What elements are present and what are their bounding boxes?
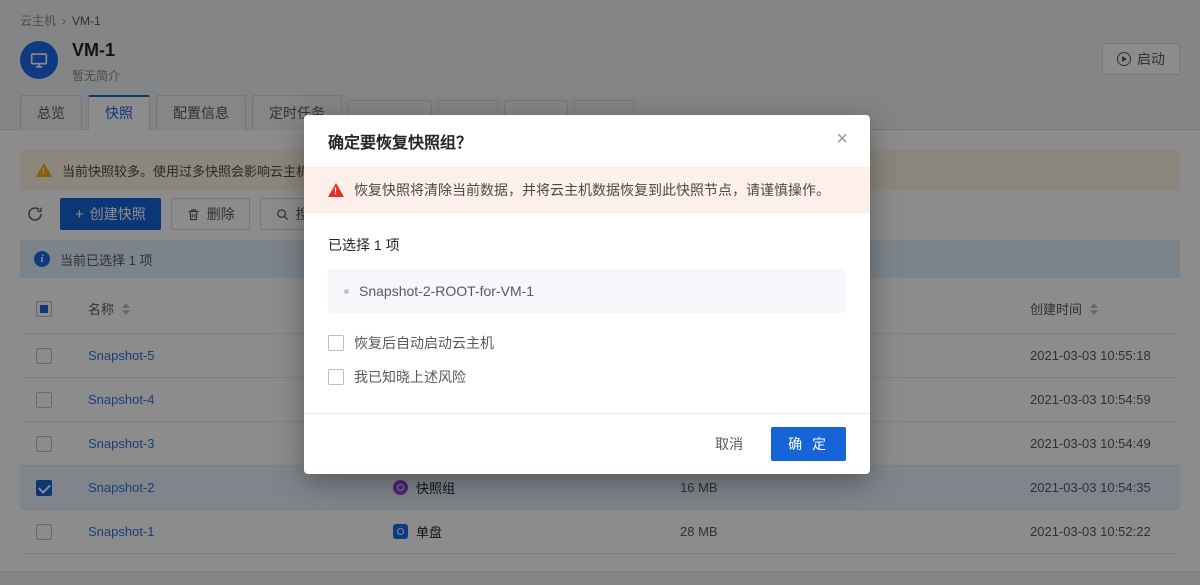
autostart-checkbox[interactable] bbox=[328, 335, 344, 351]
alert-triangle-icon: ! bbox=[328, 183, 344, 197]
dialog-title: 确定要恢复快照组？ bbox=[328, 129, 846, 153]
bullet-icon bbox=[344, 289, 349, 294]
risk-checkbox-row[interactable]: 我已知晓上述风险 bbox=[328, 367, 846, 387]
danger-alert: ! 恢复快照将清除当前数据，并将云主机数据恢复到此快照节点，请谨慎操作。 bbox=[304, 167, 870, 213]
dialog-footer: 取消 确 定 bbox=[304, 413, 870, 474]
autostart-label: 恢复后自动启动云主机 bbox=[354, 333, 494, 353]
close-icon[interactable]: × bbox=[832, 125, 852, 153]
selected-count-label: 已选择 1 项 bbox=[328, 235, 846, 255]
dialog-body: 已选择 1 项 Snapshot-2-ROOT-for-VM-1 恢复后自动启动… bbox=[304, 213, 870, 387]
danger-alert-text: 恢复快照将清除当前数据，并将云主机数据恢复到此快照节点，请谨慎操作。 bbox=[354, 180, 830, 200]
selected-snapshot-name: Snapshot-2-ROOT-for-VM-1 bbox=[359, 283, 534, 299]
risk-label: 我已知晓上述风险 bbox=[354, 367, 466, 387]
restore-snapshot-dialog: 确定要恢复快照组？ × ! 恢复快照将清除当前数据，并将云主机数据恢复到此快照节… bbox=[304, 115, 870, 474]
autostart-checkbox-row[interactable]: 恢复后自动启动云主机 bbox=[328, 333, 846, 353]
dialog-header: 确定要恢复快照组？ × bbox=[304, 115, 870, 167]
confirm-button[interactable]: 确 定 bbox=[771, 427, 846, 461]
cancel-button[interactable]: 取消 bbox=[711, 428, 747, 460]
selected-item-box: Snapshot-2-ROOT-for-VM-1 bbox=[328, 269, 846, 313]
risk-checkbox[interactable] bbox=[328, 369, 344, 385]
